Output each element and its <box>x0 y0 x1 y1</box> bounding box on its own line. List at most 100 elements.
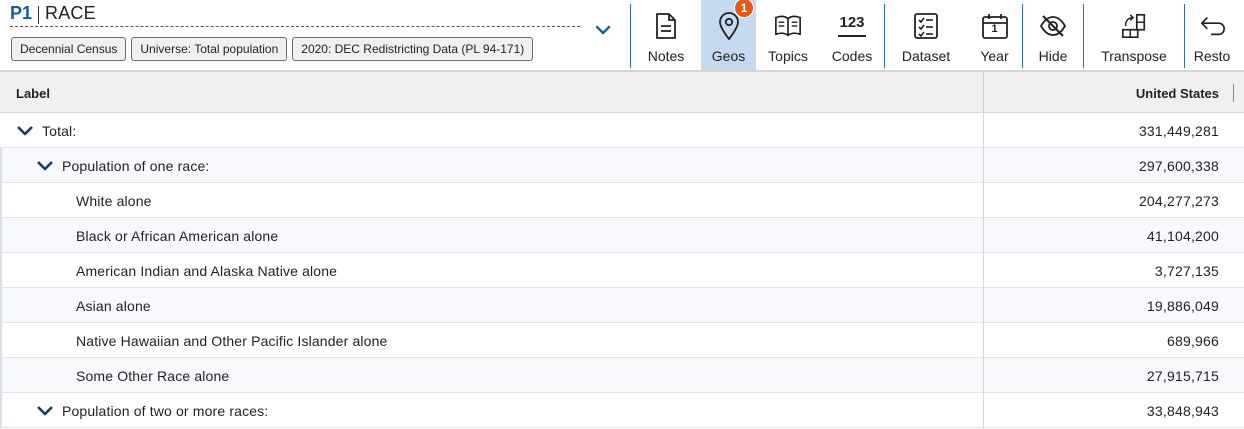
row-label-cell: Black or African American alone <box>76 218 278 253</box>
row-label-cell: Population of one race: <box>36 148 209 183</box>
dataset-button[interactable]: Dataset <box>885 0 967 70</box>
table-row: American Indian and Alaska Native alone … <box>0 253 1244 288</box>
hide-button[interactable]: Hide <box>1023 0 1083 70</box>
table-row: Total: 331,449,281 <box>0 113 1244 148</box>
row-value: 204,277,273 <box>1138 192 1219 209</box>
data-table: Label United States Total: 331,449,281 P… <box>0 70 1244 428</box>
title-separator <box>38 5 40 24</box>
notes-icon <box>652 11 680 41</box>
table-row: Some Other Race alone 27,915,715 <box>0 358 1244 393</box>
geos-count-badge: 1 <box>734 0 754 18</box>
row-value: 297,600,338 <box>1138 157 1219 174</box>
geos-label: Geos <box>711 48 746 64</box>
dataset-label: Dataset <box>901 48 951 64</box>
calendar-day-text: 1 <box>991 23 998 35</box>
table-row: Asian alone 19,886,049 <box>0 288 1244 323</box>
row-edge <box>0 393 2 428</box>
chip-dataset[interactable]: 2020: DEC Redistricting Data (PL 94-171) <box>292 37 534 61</box>
row-label-cell: Population of two or more races: <box>36 393 268 428</box>
restore-button[interactable]: Resto <box>1185 0 1239 70</box>
row-edge <box>0 148 2 183</box>
chevron-down-icon[interactable] <box>36 402 54 420</box>
row-value: 689,966 <box>1166 332 1219 349</box>
row-label: White alone <box>76 192 152 209</box>
table-title-block: P1 RACE Decennial Census Universe: Total… <box>0 0 630 70</box>
toolbar: Notes 1 Geos Topics 123 Codes Dataset 1 … <box>630 0 1239 70</box>
table-row: Population of two or more races: 33,848,… <box>0 393 1244 428</box>
transpose-button[interactable]: Transpose <box>1084 0 1184 70</box>
table-header: P1 RACE Decennial Census Universe: Total… <box>0 0 1244 70</box>
table-row: Native Hawaiian and Other Pacific Island… <box>0 323 1244 358</box>
table-id: P1 <box>10 3 33 23</box>
row-edge <box>0 218 2 253</box>
row-edge <box>0 323 2 358</box>
row-value: 41,104,200 <box>1146 227 1219 244</box>
row-value: 331,449,281 <box>1138 122 1219 139</box>
row-edge <box>0 288 2 323</box>
row-label-cell: White alone <box>76 183 152 218</box>
topics-button[interactable]: Topics <box>756 0 820 70</box>
column-divider <box>983 358 984 393</box>
hide-label: Hide <box>1038 48 1068 64</box>
row-value: 33,848,943 <box>1146 402 1219 419</box>
year-label: Year <box>980 48 1009 64</box>
column-divider <box>983 253 984 288</box>
row-label: Asian alone <box>76 297 151 314</box>
chip-program[interactable]: Decennial Census <box>11 37 127 61</box>
row-label: Population of two or more races: <box>62 402 269 419</box>
row-label: Some Other Race alone <box>76 367 230 384</box>
chevron-down-icon[interactable] <box>593 22 613 38</box>
year-button[interactable]: 1 Year <box>967 0 1022 70</box>
codes-label: Codes <box>831 48 873 64</box>
codes-icon-text: 123 <box>839 14 865 31</box>
column-divider <box>983 393 984 428</box>
row-label-cell: Native Hawaiian and Other Pacific Island… <box>76 323 387 358</box>
row-label-cell: American Indian and Alaska Native alone <box>76 253 337 288</box>
transpose-icon <box>1120 11 1148 41</box>
table-row: Black or African American alone 41,104,2… <box>0 218 1244 253</box>
column-resize-handle[interactable] <box>1233 84 1234 102</box>
checklist-icon <box>912 11 940 41</box>
notes-label: Notes <box>647 48 685 64</box>
row-edge <box>0 183 2 218</box>
row-label-cell: Total: <box>16 113 76 148</box>
row-value: 3,727,135 <box>1154 262 1219 279</box>
codes-icon: 123 <box>838 11 866 41</box>
table-title: RACE <box>45 3 96 23</box>
column-divider <box>983 72 984 112</box>
filter-chips: Decennial Census Universe: Total populat… <box>11 37 534 61</box>
undo-arrow-icon <box>1198 11 1226 41</box>
column-divider <box>983 183 984 218</box>
table-header-row: Label United States <box>0 70 1244 113</box>
row-label: Total: <box>42 122 77 139</box>
row-label: Black or African American alone <box>76 227 279 244</box>
row-label: American Indian and Alaska Native alone <box>76 262 338 279</box>
table-title-line[interactable]: P1 RACE <box>10 3 580 27</box>
row-value: 27,915,715 <box>1146 367 1219 384</box>
transpose-label: Transpose <box>1101 48 1167 64</box>
chevron-down-icon[interactable] <box>16 122 34 140</box>
codes-button[interactable]: 123 Codes <box>820 0 884 70</box>
chevron-down-icon[interactable] <box>36 157 54 175</box>
column-header-geography[interactable]: United States <box>1136 86 1219 101</box>
book-icon <box>774 11 802 41</box>
row-label-cell: Some Other Race alone <box>76 358 229 393</box>
table-row: Population of one race: 297,600,338 <box>0 148 1244 183</box>
column-divider <box>983 113 984 148</box>
restore-label: Resto <box>1193 48 1231 64</box>
eye-off-icon <box>1039 11 1067 41</box>
chip-universe[interactable]: Universe: Total population <box>131 37 288 61</box>
column-divider <box>983 288 984 323</box>
column-divider <box>983 218 984 253</box>
row-edge <box>0 253 2 288</box>
row-edge <box>0 358 2 393</box>
notes-button[interactable]: Notes <box>631 0 701 70</box>
row-label-cell: Asian alone <box>76 288 151 323</box>
row-label: Population of one race: <box>62 157 210 174</box>
topics-label: Topics <box>768 48 808 64</box>
geos-button[interactable]: 1 Geos <box>701 0 756 70</box>
row-label: Native Hawaiian and Other Pacific Island… <box>76 332 388 349</box>
codes-icon-underline <box>838 35 866 37</box>
row-value: 19,886,049 <box>1146 297 1219 314</box>
column-header-label[interactable]: Label <box>16 86 50 101</box>
